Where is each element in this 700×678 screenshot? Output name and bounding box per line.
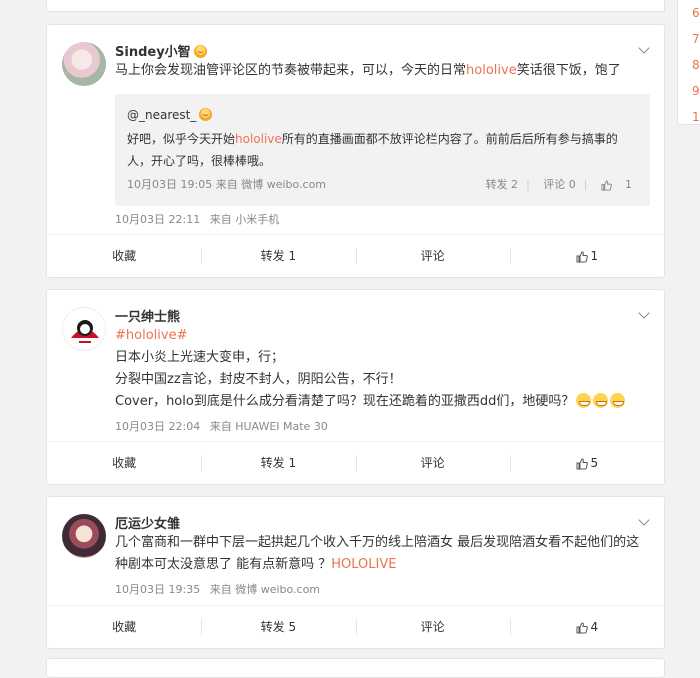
favorite-button[interactable]: 收藏 xyxy=(47,442,201,484)
chevron-down-icon[interactable] xyxy=(638,42,650,54)
favorite-button[interactable]: 收藏 xyxy=(47,235,201,277)
comment-button[interactable]: 评论 xyxy=(355,442,510,484)
quoted-stats: 转发 2 | 评论 0 | 1 xyxy=(485,178,632,191)
quoted-post[interactable]: @_nearest_ 好吧，似乎今天开始hololive所有的直播画面都不放评论… xyxy=(115,94,650,206)
vip-badge-icon xyxy=(199,108,213,121)
forward-button[interactable]: 转发 1 xyxy=(201,235,355,277)
previous-card-bottom xyxy=(46,0,665,12)
post-card: 一只绅士熊 #hololive# 日本小炎上光速大变申，行； 分裂中国zz言论，… xyxy=(46,289,665,485)
sidebar-rank-list: 6 7 8 9 10 xyxy=(677,0,700,125)
favorite-button[interactable]: 收藏 xyxy=(47,606,201,648)
topic-link[interactable]: hololive xyxy=(235,132,282,146)
post-time[interactable]: 10月03日 22:04 xyxy=(115,420,200,433)
thumb-up-icon xyxy=(576,250,588,262)
post-source: 来自 微博 weibo.com xyxy=(209,583,321,596)
post-time[interactable]: 10月03日 19:35 xyxy=(115,583,200,596)
grin-emoji-icon xyxy=(610,393,626,408)
vip-badge-icon xyxy=(193,45,207,58)
post-meta: 10月03日 22:04 来自 HUAWEI Mate 30 xyxy=(115,418,328,434)
like-button[interactable]: 4 xyxy=(509,606,664,648)
quoted-like[interactable]: 1 xyxy=(601,178,632,191)
action-bar: 收藏 转发 5 评论 4 xyxy=(47,605,664,648)
topic-link[interactable]: HOLOLIVE xyxy=(331,557,396,572)
username[interactable]: 一只绅士熊 xyxy=(115,306,180,325)
grin-emoji-icon xyxy=(593,393,609,408)
quoted-meta: 10月03日 19:05 来自 微博 weibo.com xyxy=(127,176,326,192)
quoted-username[interactable]: @_nearest_ xyxy=(127,108,196,122)
next-card-top xyxy=(46,658,665,678)
post-source: 来自 HUAWEI Mate 30 xyxy=(209,420,328,433)
quoted-source: 来自 微博 weibo.com xyxy=(215,178,327,191)
quoted-comment[interactable]: 评论 0 xyxy=(543,178,576,191)
thumb-up-icon xyxy=(576,621,588,633)
post-meta: 10月03日 19:35 来自 微博 weibo.com xyxy=(115,581,320,597)
avatar[interactable] xyxy=(62,42,106,86)
like-button[interactable]: 1 xyxy=(509,235,664,277)
like-button[interactable]: 5 xyxy=(509,442,664,484)
comment-button[interactable]: 评论 xyxy=(355,235,510,277)
username[interactable]: 厄运少女雏 xyxy=(115,513,180,532)
avatar-logo-icon xyxy=(64,309,105,350)
comment-button[interactable]: 评论 xyxy=(355,606,510,648)
sidebar-rank-item[interactable]: 7 xyxy=(678,26,700,52)
quoted-text: 好吧，似乎今天开始hololive所有的直播画面都不放评论栏内容了。前前后后所有… xyxy=(127,132,618,168)
post-text: 几个富商和一群中下层一起拱起几个收入千万的线上陪酒女 最后发现陪酒女看不起他们的… xyxy=(115,535,640,572)
forward-button[interactable]: 转发 5 xyxy=(201,606,355,648)
quoted-forward[interactable]: 转发 2 xyxy=(486,178,519,191)
sidebar-rank-item[interactable]: 10 xyxy=(678,104,700,130)
topic-link[interactable]: hololive xyxy=(466,63,517,78)
avatar[interactable] xyxy=(62,307,106,351)
post-source: 来自 小米手机 xyxy=(209,213,280,226)
post-text: #hololive# 日本小炎上光速大变申，行； 分裂中国zz言论，封皮不封人，… xyxy=(115,325,644,413)
post-card: 厄运少女雏 几个富商和一群中下层一起拱起几个收入千万的线上陪酒女 最后发现陪酒女… xyxy=(46,496,665,649)
sidebar-rank-item[interactable]: 9 xyxy=(678,78,700,104)
topic-link[interactable]: #hololive# xyxy=(115,325,644,347)
avatar[interactable] xyxy=(62,514,106,558)
post-meta: 10月03日 22:11 来自 小米手机 xyxy=(115,211,279,227)
grin-emoji-icon xyxy=(576,393,592,408)
thumb-up-icon xyxy=(576,457,588,469)
quoted-time[interactable]: 10月03日 19:05 xyxy=(127,178,212,191)
sidebar-rank-item[interactable]: 8 xyxy=(678,52,700,78)
chevron-down-icon[interactable] xyxy=(638,307,650,319)
action-bar: 收藏 转发 1 评论 5 xyxy=(47,441,664,484)
thumb-up-icon xyxy=(601,179,612,191)
chevron-down-icon[interactable] xyxy=(638,514,650,526)
sidebar-rank-item[interactable]: 6 xyxy=(678,0,700,26)
post-card: Sindey小智 马上你会发现油管评论区的节奏被带起来，可以，今天的日常holo… xyxy=(46,24,665,278)
action-bar: 收藏 转发 1 评论 1 xyxy=(47,234,664,277)
username[interactable]: Sindey小智 xyxy=(115,45,191,60)
forward-button[interactable]: 转发 1 xyxy=(201,442,355,484)
post-text: 马上你会发现油管评论区的节奏被带起来，可以，今天的日常hololive笑话很下饭… xyxy=(115,63,621,78)
post-time[interactable]: 10月03日 22:11 xyxy=(115,213,200,226)
